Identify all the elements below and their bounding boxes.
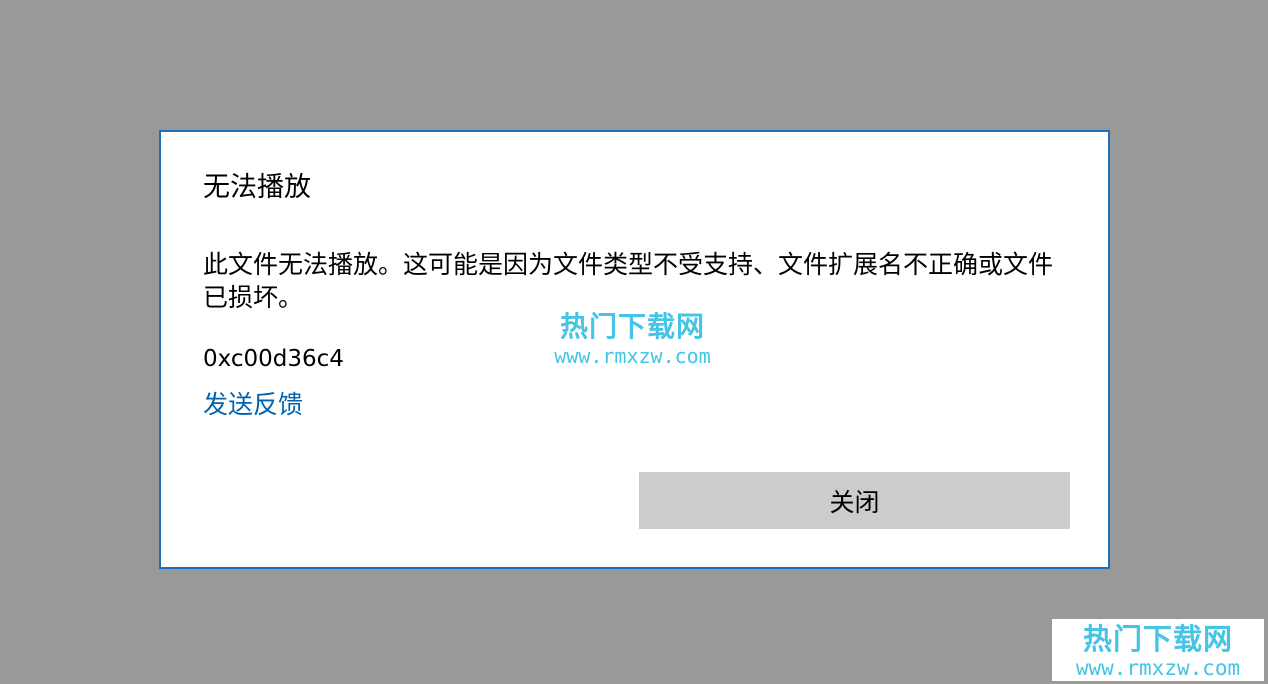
send-feedback-link[interactable]: 发送反馈 bbox=[203, 388, 303, 422]
error-code: 0xc00d36c4 bbox=[203, 346, 344, 372]
error-message: 此文件无法播放。这可能是因为文件类型不受支持、文件扩展名不正确或文件已损坏。 bbox=[203, 250, 1054, 312]
dialog-title: 无法播放 bbox=[203, 172, 311, 203]
error-dialog: 无法播放 此文件无法播放。这可能是因为文件类型不受支持、文件扩展名不正确或文件已… bbox=[159, 130, 1110, 569]
close-button[interactable]: 关闭 bbox=[639, 472, 1070, 529]
